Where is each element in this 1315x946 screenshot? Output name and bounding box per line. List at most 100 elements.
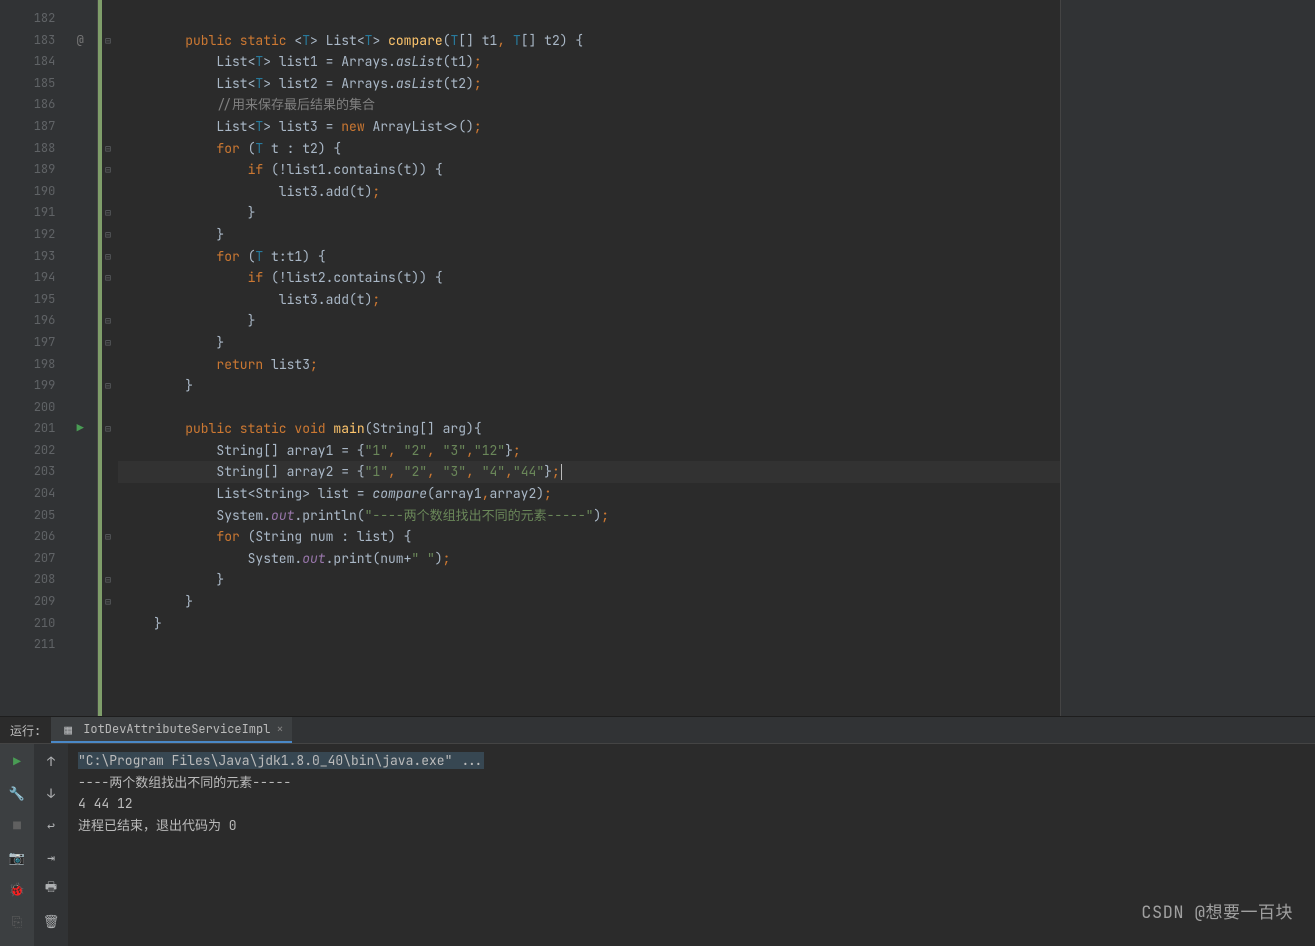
line-number[interactable]: 190 [0, 181, 63, 203]
line-number[interactable]: 211 [0, 634, 63, 656]
line-number[interactable]: 191 [0, 202, 63, 224]
fold-close-icon[interactable]: ⊟ [102, 224, 114, 246]
code-line[interactable]: for (T t : t2) { [118, 138, 1060, 160]
line-number[interactable]: 195 [0, 289, 63, 311]
wrench-icon[interactable]: 🔧 [8, 784, 26, 802]
fold-open-icon[interactable]: ⊟ [102, 418, 114, 440]
code-line[interactable]: } [118, 613, 1060, 635]
fold-open-icon[interactable]: ⊟ [102, 30, 114, 52]
close-icon[interactable]: × [276, 721, 283, 737]
code-line[interactable]: } [118, 310, 1060, 332]
line-number[interactable]: 201 [0, 418, 63, 440]
line-number[interactable]: 197 [0, 332, 63, 354]
line-number[interactable]: 209 [0, 591, 63, 613]
fold-close-icon[interactable]: ⊟ [102, 332, 114, 354]
fold-open-icon[interactable]: ⊟ [102, 138, 114, 160]
line-number[interactable]: 198 [0, 354, 63, 376]
code-line[interactable]: List<T> list1 = Arrays.asList(t1); [118, 51, 1060, 73]
line-number[interactable]: 186 [0, 94, 63, 116]
code-line[interactable] [118, 397, 1060, 419]
line-number[interactable]: 189 [0, 159, 63, 181]
print-icon[interactable]: 🖶 [42, 880, 60, 898]
code-line[interactable]: String[] array2 = {"1", "2", "3", "4","4… [118, 461, 1060, 483]
line-number[interactable]: 202 [0, 440, 63, 462]
code-line[interactable]: for (String num : list) { [118, 526, 1060, 548]
code-line[interactable]: } [118, 224, 1060, 246]
line-number[interactable]: 194 [0, 267, 63, 289]
minimap[interactable] [1060, 0, 1315, 716]
line-number[interactable]: 208 [0, 569, 63, 591]
line-number[interactable]: 196 [0, 310, 63, 332]
line-number[interactable]: 200 [0, 397, 63, 419]
gutter-icons[interactable]: @▶ [63, 0, 97, 716]
code-line[interactable] [118, 8, 1060, 30]
code-view[interactable]: public static <T> List<T> compare(T[] t1… [114, 0, 1060, 716]
line-number[interactable]: 205 [0, 505, 63, 527]
gutter: 1821831841851861871881891901911921931941… [0, 0, 98, 716]
up-arrow-icon[interactable]: ↑ [42, 752, 60, 770]
exit-icon[interactable]: ⎘ [8, 912, 26, 930]
line-number[interactable]: 188 [0, 138, 63, 160]
stop-icon[interactable]: ■ [8, 816, 26, 834]
code-line[interactable]: if (!list2.contains(t)) { [118, 267, 1060, 289]
code-line[interactable]: List<T> list3 = new ArrayList<>(); [118, 116, 1060, 138]
down-arrow-icon[interactable]: ↓ [42, 784, 60, 802]
fold-open-icon[interactable]: ⊟ [102, 267, 114, 289]
line-number[interactable]: 193 [0, 246, 63, 268]
code-line[interactable]: } [118, 332, 1060, 354]
code-line[interactable]: System.out.println("----两个数组找出不同的元素-----… [118, 505, 1060, 527]
fold-open-icon[interactable]: ⊟ [102, 246, 114, 268]
editor-area: 1821831841851861871881891901911921931941… [0, 0, 1315, 716]
code-line[interactable]: } [118, 591, 1060, 613]
line-number[interactable]: 210 [0, 613, 63, 635]
code-line[interactable] [118, 634, 1060, 656]
code-line[interactable]: List<String> list = compare(array1,array… [118, 483, 1060, 505]
line-number[interactable]: 187 [0, 116, 63, 138]
code-line[interactable]: } [118, 375, 1060, 397]
code-line[interactable]: } [118, 569, 1060, 591]
line-number[interactable]: 182 [0, 8, 63, 30]
fold-column[interactable]: ⊟⊟⊟⊟⊟⊟⊟⊟⊟⊟⊟⊟⊟⊟ [98, 0, 114, 716]
fold-open-icon[interactable]: ⊟ [102, 526, 114, 548]
code-line[interactable]: list3.add(t); [118, 289, 1060, 311]
code-line[interactable]: //用来保存最后结果的集合 [118, 94, 1060, 116]
override-icon[interactable]: @ [63, 30, 97, 52]
code-line[interactable]: } [118, 202, 1060, 224]
line-number[interactable]: 185 [0, 73, 63, 95]
run-tabbar: 运行: ▦ IotDevAttributeServiceImpl × [0, 717, 1315, 744]
run-tab[interactable]: ▦ IotDevAttributeServiceImpl × [51, 717, 291, 743]
bug-icon[interactable]: 🐞 [8, 880, 26, 898]
line-number[interactable]: 192 [0, 224, 63, 246]
run-gutter-icon[interactable]: ▶ [63, 418, 97, 440]
line-number[interactable]: 199 [0, 375, 63, 397]
code-line[interactable]: public static <T> List<T> compare(T[] t1… [118, 30, 1060, 52]
trash-icon[interactable]: 🗑 [42, 912, 60, 930]
code-line[interactable]: for (T t:t1) { [118, 246, 1060, 268]
code-line[interactable]: List<T> list2 = Arrays.asList(t2); [118, 73, 1060, 95]
run-again-icon[interactable]: ▶ [8, 752, 26, 770]
scroll-end-icon[interactable]: ⇥ [42, 848, 60, 866]
line-number[interactable]: 184 [0, 51, 63, 73]
line-number[interactable]: 207 [0, 548, 63, 570]
line-number[interactable]: 204 [0, 483, 63, 505]
fold-close-icon[interactable]: ⊟ [102, 569, 114, 591]
line-number[interactable]: 183 [0, 30, 63, 52]
fold-close-icon[interactable]: ⊟ [102, 591, 114, 613]
softwrap-icon[interactable]: ↩ [42, 816, 60, 834]
code-line[interactable]: System.out.print(num+" "); [118, 548, 1060, 570]
line-number[interactable]: 206 [0, 526, 63, 548]
code-line[interactable]: String[] array1 = {"1", "2", "3","12"}; [118, 440, 1060, 462]
console-output[interactable]: "C:\Program Files\Java\jdk1.8.0_40\bin\j… [68, 744, 1315, 946]
fold-close-icon[interactable]: ⊟ [102, 310, 114, 332]
fold-close-icon[interactable]: ⊟ [102, 375, 114, 397]
camera-icon[interactable]: 📷 [8, 848, 26, 866]
code-line[interactable]: return list3; [118, 354, 1060, 376]
code-line[interactable]: if (!list1.contains(t)) { [118, 159, 1060, 181]
code-line[interactable]: public static void main(String[] arg){ [118, 418, 1060, 440]
code-line[interactable]: list3.add(t); [118, 181, 1060, 203]
fold-close-icon[interactable]: ⊟ [102, 202, 114, 224]
line-number[interactable]: 203 [0, 461, 63, 483]
line-numbers[interactable]: 1821831841851861871881891901911921931941… [0, 0, 63, 716]
console-line: ----两个数组找出不同的元素----- [78, 772, 1305, 794]
fold-open-icon[interactable]: ⊟ [102, 159, 114, 181]
